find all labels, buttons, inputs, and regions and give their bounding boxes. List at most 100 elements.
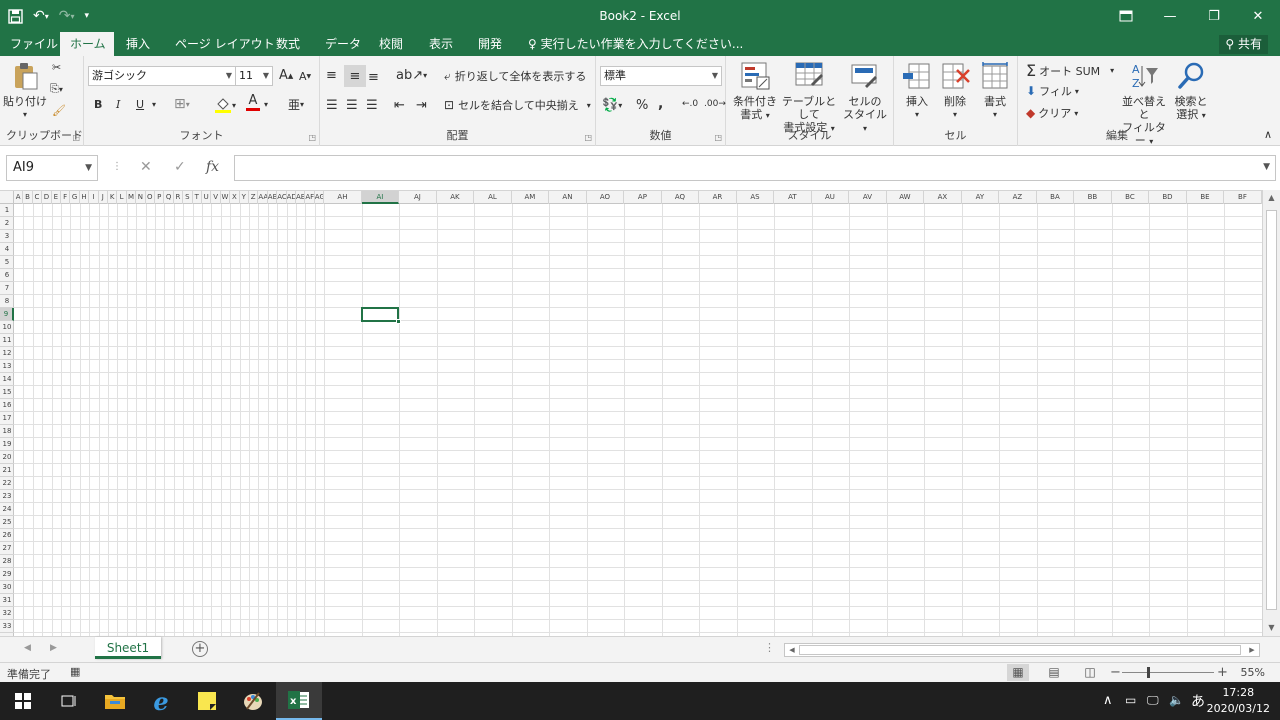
column-header-b[interactable]: B — [23, 191, 33, 204]
delete-cells-button[interactable]: 削除 ▾ — [936, 60, 974, 121]
column-header-az[interactable]: AZ — [999, 191, 1037, 204]
row-header-32[interactable]: 32 — [0, 607, 14, 620]
column-header-i[interactable]: I — [89, 191, 99, 204]
copy-icon[interactable]: ⎘ ▾ — [50, 82, 63, 96]
tab-formulas[interactable]: 数式 — [266, 32, 310, 56]
font-size-combo[interactable]: 11 ▼ — [235, 66, 273, 86]
column-header-c[interactable]: C — [33, 191, 43, 204]
network-icon[interactable]: 🖵 — [1147, 693, 1159, 708]
close-icon[interactable]: ✕ — [1236, 0, 1280, 32]
horizontal-scrollbar[interactable]: ◀ ▶ — [784, 643, 1260, 657]
row-header-4[interactable]: 4 — [0, 243, 14, 256]
column-header-q[interactable]: Q — [164, 191, 174, 204]
scroll-down-icon[interactable]: ▼ — [1263, 620, 1280, 636]
column-header-a[interactable]: A — [14, 191, 24, 204]
battery-icon[interactable]: ▭ — [1125, 693, 1136, 707]
row-header-10[interactable]: 10 — [0, 321, 14, 334]
format-cells-button[interactable]: 書式 ▾ — [976, 60, 1014, 121]
file-explorer-icon[interactable] — [92, 682, 138, 720]
borders-icon[interactable]: ⊞ ▾ — [174, 96, 190, 112]
fill-handle[interactable] — [396, 319, 402, 324]
save-icon[interactable] — [8, 5, 23, 27]
zoom-slider-thumb[interactable] — [1146, 667, 1150, 678]
column-header-bb[interactable]: BB — [1074, 191, 1112, 204]
row-header-22[interactable]: 22 — [0, 477, 14, 490]
align-left-icon[interactable]: ☰ — [326, 98, 338, 113]
underline-dropdown-icon[interactable]: ▾ — [152, 100, 156, 109]
tab-insert[interactable]: 挿入 — [116, 32, 160, 56]
increase-indent-icon[interactable]: ⇥ — [416, 98, 427, 113]
format-as-table-button[interactable]: テーブルとして 書式設定 ▾ — [778, 60, 840, 135]
taskbar-clock[interactable]: 17:28 2020/03/12 — [1207, 685, 1270, 717]
row-header-3[interactable]: 3 — [0, 230, 14, 243]
undo-icon[interactable]: ↶ ▾ — [33, 5, 49, 27]
tab-review[interactable]: 校閲 — [369, 32, 413, 56]
zoom-slider[interactable] — [1122, 672, 1214, 673]
percent-button[interactable]: % — [636, 98, 648, 113]
horizontal-scroll-thumb[interactable] — [799, 645, 1241, 655]
row-header-21[interactable]: 21 — [0, 464, 14, 477]
fill-color-icon[interactable]: ▾ — [214, 96, 236, 114]
comma-button[interactable]: , — [658, 96, 663, 112]
column-header-u[interactable]: U — [202, 191, 212, 204]
column-header-n[interactable]: N — [136, 191, 146, 204]
add-sheet-button[interactable]: + — [192, 641, 208, 657]
column-header-aj[interactable]: AJ — [399, 191, 437, 204]
tab-split-grip-icon[interactable]: ⋮ — [764, 641, 775, 654]
tab-view[interactable]: 表示 — [419, 32, 463, 56]
minimize-icon[interactable]: — — [1148, 0, 1192, 32]
column-header-be[interactable]: BE — [1187, 191, 1225, 204]
font-color-dropdown-icon[interactable]: ▾ — [264, 100, 268, 109]
clear-button[interactable]: ◆ クリア ▾ — [1026, 105, 1078, 121]
row-header-19[interactable]: 19 — [0, 438, 14, 451]
top-align-icon[interactable]: ≡ — [326, 68, 337, 83]
show-hidden-icons-icon[interactable]: ∧ — [1103, 693, 1113, 708]
vertical-scroll-thumb[interactable] — [1266, 210, 1277, 610]
column-header-at[interactable]: AT — [774, 191, 812, 204]
increase-decimal-icon[interactable]: ←.0 — [682, 99, 698, 109]
prev-sheet-icon[interactable]: ◀ — [24, 643, 31, 653]
column-header-v[interactable]: V — [211, 191, 221, 204]
row-header-18[interactable]: 18 — [0, 425, 14, 438]
merge-center-button[interactable]: ⊡ セルを結合して中央揃え ▾ — [444, 97, 591, 113]
page-break-view-icon[interactable]: ◫ — [1079, 664, 1101, 681]
bold-button[interactable]: B — [94, 98, 102, 111]
column-header-g[interactable]: G — [70, 191, 80, 204]
column-header-as[interactable]: AS — [737, 191, 775, 204]
column-header-ay[interactable]: AY — [962, 191, 1000, 204]
column-header-ac[interactable]: AC — [277, 191, 287, 204]
column-header-ae[interactable]: AE — [296, 191, 306, 204]
orientation-icon[interactable]: ab↗ ▾ — [396, 68, 427, 83]
row-header-14[interactable]: 14 — [0, 373, 14, 386]
column-header-av[interactable]: AV — [849, 191, 887, 204]
tab-home[interactable]: ホーム — [60, 32, 114, 56]
row-header-17[interactable]: 17 — [0, 412, 14, 425]
column-header-f[interactable]: F — [61, 191, 71, 204]
row-header-26[interactable]: 26 — [0, 529, 14, 542]
column-header-ba[interactable]: BA — [1037, 191, 1075, 204]
find-select-button[interactable]: 検索と 選択 ▾ — [1170, 60, 1212, 122]
font-launcher-icon[interactable]: ◳ — [308, 133, 316, 142]
next-sheet-icon[interactable]: ▶ — [50, 643, 57, 653]
column-header-ai[interactable]: AI — [361, 191, 400, 204]
row-header-9[interactable]: 9 — [0, 308, 14, 321]
sticky-notes-icon[interactable] — [184, 682, 230, 720]
scroll-right-icon[interactable]: ▶ — [1245, 644, 1259, 656]
column-header-w[interactable]: W — [221, 191, 231, 204]
sheet-tab-sheet1[interactable]: Sheet1 — [95, 637, 161, 659]
name-box[interactable]: AI9 ▼ — [6, 155, 98, 181]
column-header-an[interactable]: AN — [549, 191, 587, 204]
active-cell[interactable] — [360, 307, 402, 324]
column-header-bd[interactable]: BD — [1149, 191, 1187, 204]
number-launcher-icon[interactable]: ◳ — [714, 133, 722, 142]
row-header-20[interactable]: 20 — [0, 451, 14, 464]
internet-explorer-icon[interactable]: e — [138, 682, 184, 720]
vertical-scrollbar[interactable]: ▲ ▼ — [1262, 190, 1280, 636]
enter-icon[interactable]: ✓ — [174, 159, 186, 175]
column-header-x[interactable]: X — [230, 191, 240, 204]
column-header-ah[interactable]: AH — [324, 191, 362, 204]
windows-start-icon[interactable] — [0, 682, 46, 720]
cut-icon[interactable]: ✂ — [52, 61, 61, 74]
column-header-y[interactable]: Y — [240, 191, 249, 204]
ime-mode-indicator[interactable]: あ — [1191, 691, 1205, 711]
